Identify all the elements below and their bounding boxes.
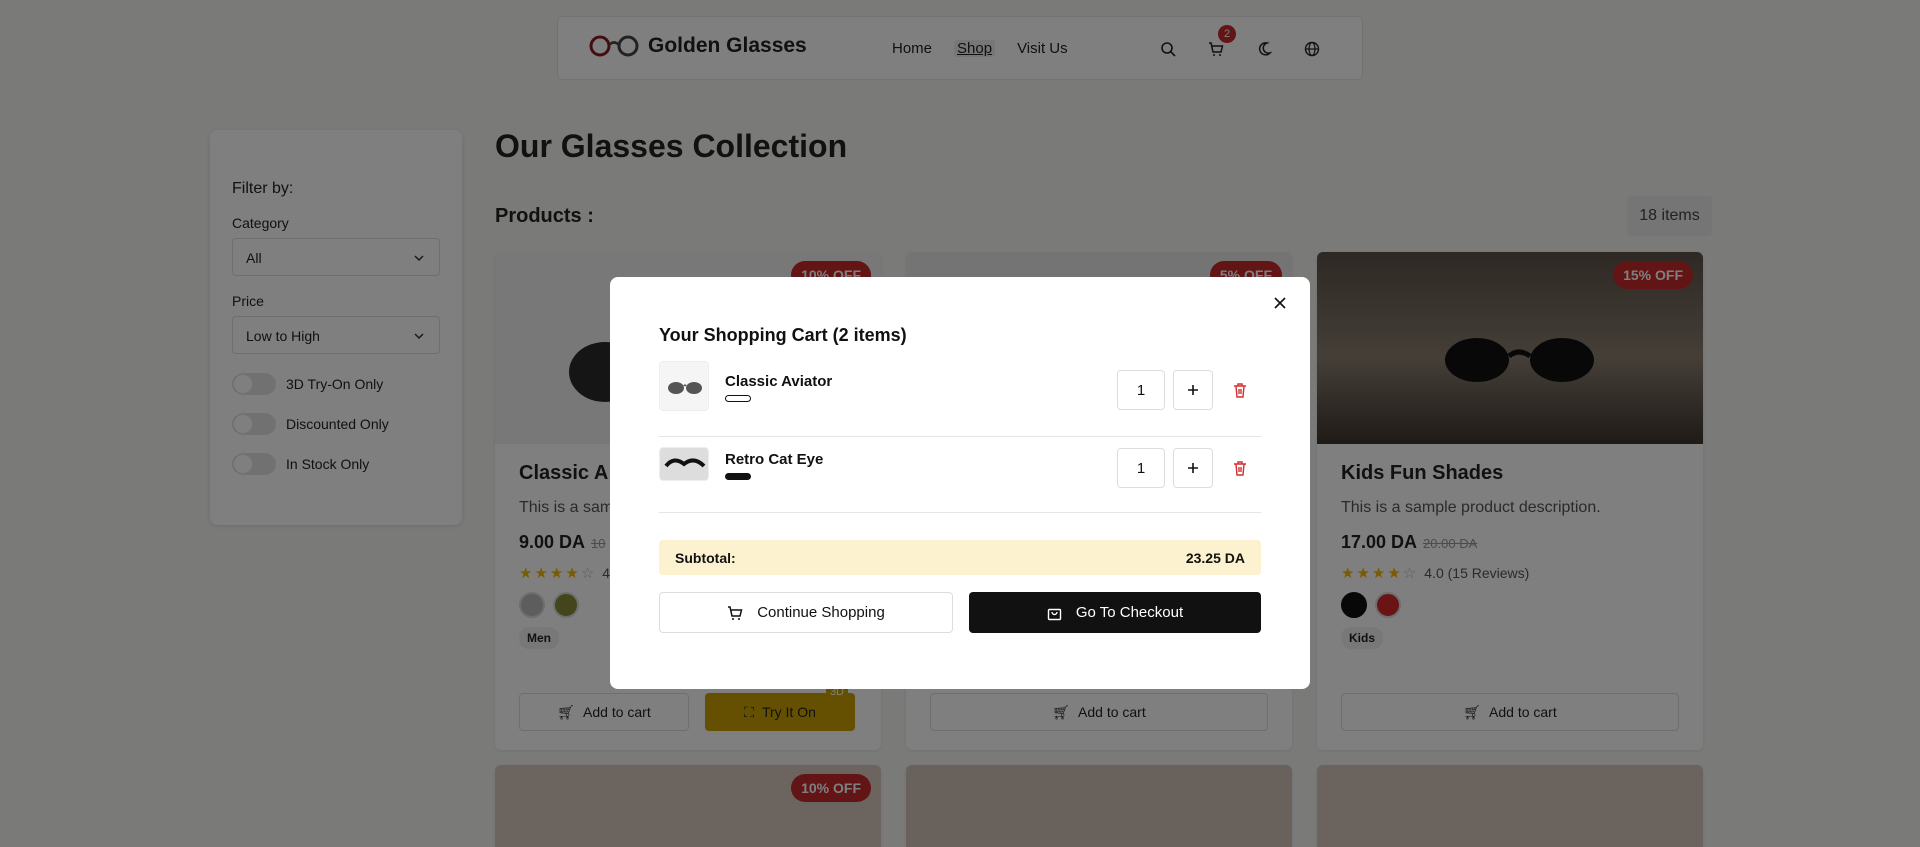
quantity-input[interactable]: 1 <box>1117 370 1165 410</box>
continue-shopping-button[interactable]: Continue Shopping <box>659 592 953 633</box>
cart-item-thumbnail <box>659 447 709 481</box>
plus-icon[interactable] <box>1173 448 1213 488</box>
subtotal-value: 23.25 DA <box>1185 549 1245 566</box>
go-to-checkout-label: Go To Checkout <box>1075 604 1184 621</box>
cart-icon <box>728 605 743 620</box>
subtotal-label: Subtotal: <box>675 549 736 566</box>
close-icon[interactable] <box>1268 291 1292 315</box>
subtotal-bar: Subtotal: 23.25 DA <box>659 540 1261 575</box>
shopping-bag-icon <box>1047 608 1062 620</box>
continue-shopping-label: Continue Shopping <box>757 604 885 621</box>
trash-icon[interactable] <box>1229 379 1251 401</box>
cart-item-color <box>725 473 751 480</box>
trash-icon[interactable] <box>1229 457 1251 479</box>
cart-item-color <box>725 395 751 402</box>
cart-title: Your Shopping Cart (2 items) <box>659 325 907 345</box>
cart-item: Classic Aviator 1 <box>659 361 1261 437</box>
plus-icon[interactable] <box>1173 370 1213 410</box>
go-to-checkout-button[interactable]: Go To Checkout <box>969 592 1261 633</box>
cart-item-name: Classic Aviator <box>725 373 833 390</box>
cart-item: Retro Cat Eye 1 <box>659 437 1261 513</box>
cart-item-thumbnail <box>659 361 709 411</box>
cart-item-name: Retro Cat Eye <box>725 451 824 468</box>
quantity-input[interactable]: 1 <box>1117 448 1165 488</box>
shopping-cart-modal: Your Shopping Cart (2 items) Classic Avi… <box>610 277 1310 689</box>
